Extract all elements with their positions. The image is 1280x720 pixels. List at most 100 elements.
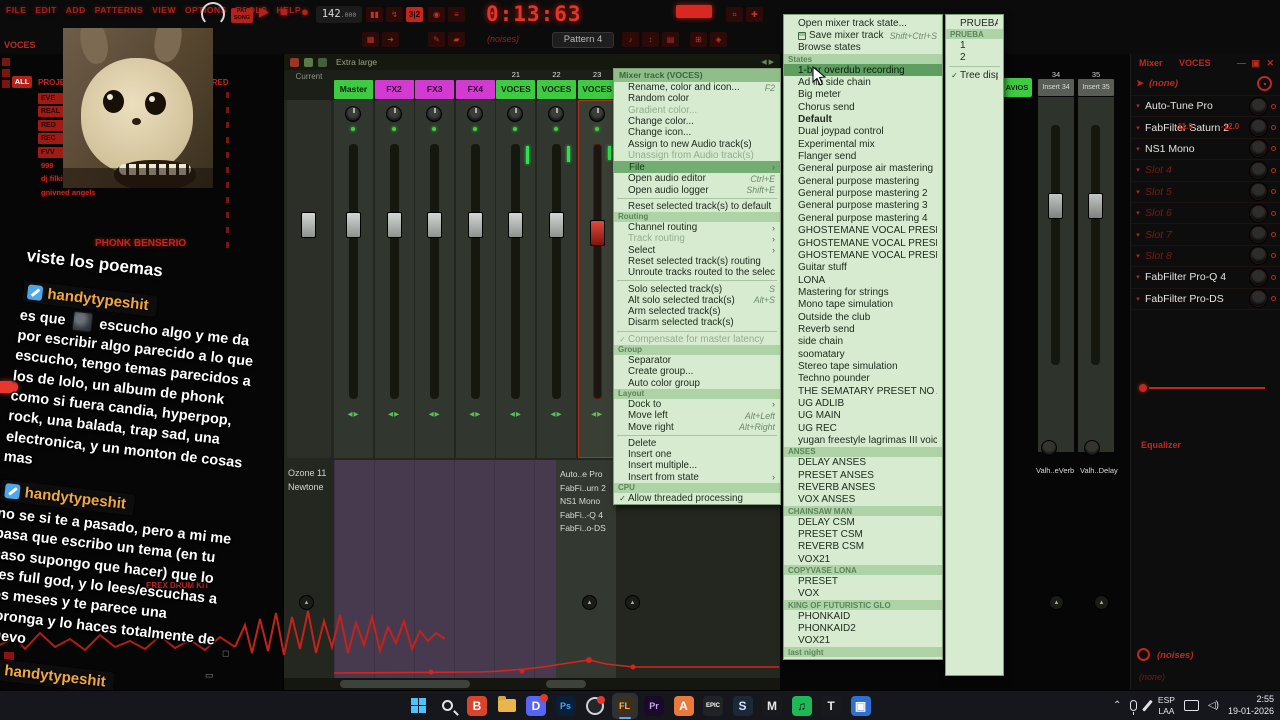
menu-item[interactable]: Alt solo selected track(s) Alt+S [614, 295, 780, 306]
stereo-sep-arrows[interactable]: ◀▶ [496, 410, 535, 418]
bottom-slot-label-2[interactable]: (none) [1139, 672, 1165, 682]
fader-track[interactable] [389, 144, 399, 399]
brush-tool-icon[interactable]: ▰ [448, 32, 465, 47]
premiere-icon[interactable]: Pr [641, 693, 667, 719]
stereo-sep-arrows[interactable]: ◀▶ [537, 410, 576, 418]
current-track-strip[interactable] [287, 100, 331, 458]
pan-knob[interactable] [548, 106, 564, 122]
menubar-item-patterns[interactable]: PATTERNS [95, 5, 144, 15]
spotify-icon[interactable]: ♫ [789, 693, 815, 719]
speaker-icon[interactable]: ◁) [1208, 700, 1219, 711]
pan-knob[interactable] [345, 106, 361, 122]
pen-icon[interactable] [1142, 699, 1153, 712]
menu-item[interactable]: Open audio logger Shift+E [614, 184, 780, 196]
fl-logo-spinner-icon[interactable] [201, 2, 225, 26]
pan-knob[interactable] [385, 106, 402, 122]
rack-slot-fabfilter-saturn-2[interactable]: ▾ FabFilter Saturn 2 [1131, 117, 1280, 139]
strip-name[interactable]: FX4 [455, 80, 495, 99]
steam-icon[interactable]: S [730, 693, 756, 719]
menu-item[interactable]: VOX [784, 588, 942, 600]
slot-enable-toggle[interactable] [1271, 253, 1276, 259]
menu-item[interactable]: Separator [614, 355, 780, 366]
menu-item[interactable]: Guitar stuff [784, 262, 942, 274]
recorder-icon[interactable] [582, 693, 608, 719]
menu-item[interactable]: VOX21 [784, 553, 942, 565]
menu-item[interactable]: Dock to › [614, 399, 780, 410]
menu-item[interactable]: UG REC [784, 422, 942, 434]
menubar-item-file[interactable]: FILE [6, 5, 26, 15]
stereo-sep-arrows[interactable]: ◀▶ [456, 410, 495, 418]
menu-item[interactable]: PRESET [784, 575, 942, 587]
fader-line[interactable] [1149, 387, 1265, 389]
menu-item[interactable]: PRUEBA [946, 17, 1003, 29]
menu-item[interactable]: Unassign from Audio track(s) [614, 150, 780, 161]
piano-roll-icon[interactable]: ♪ [622, 32, 639, 47]
rack-slot-slot-6[interactable]: ▾ Slot 6 [1131, 203, 1280, 225]
send-knob[interactable]: ▲ [1094, 595, 1109, 610]
pan-knob[interactable] [588, 106, 605, 122]
menu-item[interactable]: UG ADLIB [784, 397, 942, 409]
menu-item[interactable]: UG MAIN [784, 410, 942, 422]
fl-studio-icon[interactable]: FL [611, 692, 638, 719]
rack-slot-slot-4[interactable]: ▾ Slot 4 [1131, 160, 1280, 182]
stereo-sep-arrows[interactable]: ◀▶ [375, 410, 414, 418]
menu-item[interactable]: Track routing › [614, 233, 780, 244]
menu-item[interactable]: VOX21 [784, 635, 942, 647]
slot-mix-knob[interactable] [1250, 119, 1267, 137]
menu-item[interactable]: File › [614, 161, 780, 174]
brave-icon[interactable]: B [464, 693, 490, 719]
fader-track[interactable] [1091, 125, 1100, 365]
close-icon[interactable]: ✕ [1266, 58, 1274, 69]
strip-name[interactable]: FX2 [374, 80, 414, 99]
pan-knob[interactable] [466, 106, 483, 122]
slot-enable-toggle[interactable] [1271, 167, 1276, 173]
plugin-name[interactable]: Auto..e Pro [556, 468, 616, 482]
menu-item[interactable]: Gradient color... [614, 105, 780, 116]
slot-mix-knob[interactable] [1250, 140, 1267, 158]
menu-item[interactable]: THE SEMATARY PRESET NO AUTOTUNE [784, 385, 942, 397]
menu-item[interactable]: GHOSTEMANE VOCAL PRESET DELAY [784, 237, 942, 249]
slot-arrow-icon[interactable]: ▾ [1131, 166, 1145, 174]
fader-handle[interactable] [386, 212, 402, 238]
menu-item[interactable]: GHOSTEMANE VOCAL PRESET DIST [784, 249, 942, 261]
tempo-tap-icon[interactable]: ◈ [710, 32, 727, 47]
strip-body[interactable] [1038, 97, 1074, 452]
menu-item[interactable]: 1 [946, 39, 1003, 51]
playlist-icon[interactable]: ▦ [362, 32, 379, 47]
menu-item[interactable]: Channel routing › [614, 222, 780, 233]
pan-knob[interactable] [507, 106, 524, 122]
slot-enable-toggle[interactable] [1271, 146, 1276, 152]
menu-item[interactable]: Mastering for strings [784, 286, 942, 298]
stereo-sep-arrows[interactable]: ◀▶ [334, 410, 373, 418]
slot-mix-knob[interactable] [1250, 204, 1267, 222]
menu-item[interactable]: Insert multiple... [614, 460, 780, 471]
slot-arrow-icon[interactable]: ▾ [1131, 145, 1145, 153]
slot-mix-knob[interactable] [1250, 97, 1267, 115]
menubar-item-edit[interactable]: EDIT [35, 5, 56, 15]
menu-item[interactable]: Techno pounder [784, 373, 942, 385]
mixer-icon[interactable]: ↕ [642, 32, 659, 47]
strip-body[interactable]: ◀▶ [415, 100, 455, 458]
menu-item[interactable]: Solo selected track(s) S [614, 283, 780, 295]
language-indicator[interactable]: ESP LAA [1158, 695, 1175, 715]
slot-plugin-name[interactable]: Slot 7 [1145, 229, 1250, 241]
menu-item[interactable]: REVERB ANSES [784, 481, 942, 493]
menu-item[interactable]: LONA [784, 274, 942, 286]
microphone-icon[interactable] [1130, 700, 1138, 715]
slot-plugin-name[interactable]: FabFilter Pro-Q 4 [1145, 271, 1250, 283]
menu-item[interactable]: GHOSTEMANE VOCAL PRESET [784, 225, 942, 237]
tempo-display[interactable]: 142.000 [316, 6, 362, 23]
slot-enable-toggle[interactable] [1271, 103, 1276, 109]
bottom-slot-label[interactable]: (noises) [1157, 650, 1193, 661]
autodesk-icon[interactable]: A [671, 693, 697, 719]
loop-record-icon[interactable]: ◉ [428, 7, 445, 22]
mixer-size-label[interactable]: Extra large [336, 57, 377, 67]
menu-item[interactable]: General purpose mastering 2 [784, 187, 942, 199]
slot-plugin-name[interactable]: Slot 6 [1145, 207, 1250, 219]
menu-item[interactable]: 2 [946, 52, 1003, 64]
mixer-strip-fx4[interactable]: FX4 ◀▶ [455, 70, 495, 460]
typing-keyboard-icon[interactable]: ⌗ [726, 7, 743, 22]
menu-item[interactable]: soomatary [784, 348, 942, 360]
slot-enable-toggle[interactable] [1271, 274, 1276, 280]
menu-item[interactable]: General purpose mastering 4 [784, 212, 942, 224]
